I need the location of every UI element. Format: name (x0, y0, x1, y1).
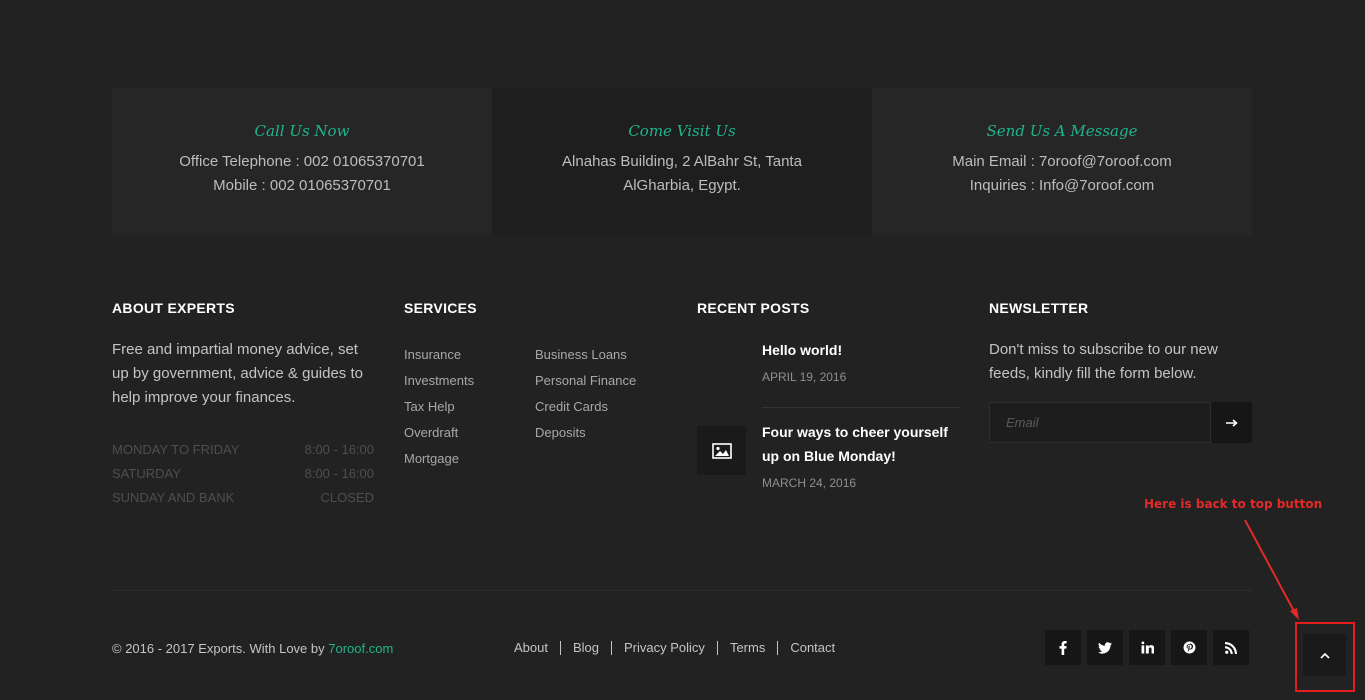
post-item: Hello world! APRIL 19, 2016 (762, 338, 962, 384)
twitter-button[interactable] (1087, 630, 1123, 665)
service-link-insurance[interactable]: Insurance (404, 342, 535, 368)
hours-row: MONDAY TO FRIDAY 8:00 - 16:00 (112, 438, 374, 462)
subscribe-button[interactable] (1211, 402, 1252, 443)
hours-row: SUNDAY AND BANK CLOSED (112, 486, 374, 510)
contact-line: AlGharbia, Egypt. (623, 177, 741, 194)
about-title: ABOUT EXPERTS (112, 300, 235, 316)
newsletter-column: NEWSLETTER Don't miss to subscribe to ou… (989, 300, 1252, 443)
rss-button[interactable] (1213, 630, 1249, 665)
post-date: MARCH 24, 2016 (762, 476, 857, 490)
footer-divider (112, 590, 1252, 591)
services-list: Business Loans Personal Finance Credit C… (535, 342, 636, 472)
service-link-mortgage[interactable]: Mortgage (404, 446, 535, 472)
annotation-label: Here is back to top button (1144, 497, 1323, 511)
about-column: ABOUT EXPERTS Free and impartial money a… (112, 300, 377, 510)
recent-posts-title: RECENT POSTS (697, 300, 810, 316)
contact-line: Mobile : 002 01065370701 (213, 177, 391, 194)
twitter-icon (1098, 641, 1112, 654)
copyright: © 2016 - 2017 Exports. With Love by 7oro… (112, 641, 393, 656)
service-link-tax-help[interactable]: Tax Help (404, 394, 535, 420)
back-to-top-button[interactable] (1303, 634, 1346, 676)
footer-link-blog[interactable]: Blog (559, 641, 611, 655)
service-link-investments[interactable]: Investments (404, 368, 535, 394)
contact-line: Alnahas Building, 2 AlBahr St, Tanta (562, 153, 802, 170)
post-divider (762, 407, 959, 408)
footer-nav: About Blog Privacy Policy Terms Contact (514, 641, 847, 655)
facebook-button[interactable] (1045, 630, 1081, 665)
image-icon (711, 442, 732, 459)
services-list: Insurance Investments Tax Help Overdraft… (404, 342, 535, 472)
post-date: APRIL 19, 2016 (762, 370, 847, 384)
contact-line: Office Telephone : 002 01065370701 (179, 153, 425, 170)
pinterest-icon (1183, 641, 1195, 654)
service-link-overdraft[interactable]: Overdraft (404, 420, 535, 446)
footer-link-contact[interactable]: Contact (777, 641, 847, 655)
contact-strip: Call Us Now Office Telephone : 002 01065… (112, 88, 1252, 235)
footer-link-about[interactable]: About (514, 641, 560, 655)
contact-title: Come Visit Us (628, 122, 736, 140)
linkedin-button[interactable] (1129, 630, 1165, 665)
newsletter-title: NEWSLETTER (989, 300, 1089, 316)
post-title-link[interactable]: Four ways to cheer yourself up on Blue M… (762, 420, 962, 468)
pinterest-button[interactable] (1171, 630, 1207, 665)
services-column: SERVICES Insurance Investments Tax Help … (404, 300, 636, 472)
service-link-credit-cards[interactable]: Credit Cards (535, 394, 636, 420)
contact-message: Send Us A Message Main Email : 7oroof@7o… (872, 88, 1252, 235)
hours-row: SATURDAY 8:00 - 16:00 (112, 462, 374, 486)
service-link-deposits[interactable]: Deposits (535, 420, 636, 446)
newsletter-form (989, 402, 1252, 443)
post-thumbnail[interactable] (697, 426, 746, 475)
footer-link-privacy-policy[interactable]: Privacy Policy (611, 641, 717, 655)
email-input[interactable] (989, 402, 1211, 443)
service-link-personal-finance[interactable]: Personal Finance (535, 368, 636, 394)
rss-icon (1225, 641, 1237, 654)
hours-label: SUNDAY AND BANK (112, 490, 235, 505)
contact-visit: Come Visit Us Alnahas Building, 2 AlBahr… (492, 88, 872, 235)
opening-hours: MONDAY TO FRIDAY 8:00 - 16:00 SATURDAY 8… (112, 438, 374, 510)
contact-title: Call Us Now (254, 122, 350, 140)
copyright-text: © 2016 - 2017 Exports. With Love by (112, 641, 329, 656)
recent-posts-column: RECENT POSTS (697, 300, 810, 316)
arrow-right-icon (1225, 418, 1238, 427)
hours-label: SATURDAY (112, 466, 181, 481)
contact-line: Main Email : 7oroof@7oroof.com (952, 153, 1172, 170)
footer-link-terms[interactable]: Terms (716, 641, 777, 655)
social-links (1045, 630, 1255, 665)
post-title-link[interactable]: Hello world! (762, 338, 962, 362)
about-text: Free and impartial money advice, set up … (112, 341, 363, 406)
brand-link[interactable]: 7oroof.com (328, 641, 393, 656)
hours-value: 8:00 - 16:00 (304, 442, 374, 457)
facebook-icon (1059, 640, 1067, 655)
annotation-arrow (1244, 519, 1299, 620)
contact-call: Call Us Now Office Telephone : 002 01065… (112, 88, 492, 235)
hours-label: MONDAY TO FRIDAY (112, 442, 240, 457)
contact-line: Inquiries : Info@7oroof.com (969, 177, 1155, 194)
hours-value: 8:00 - 16:00 (304, 466, 374, 481)
hours-value: CLOSED (320, 490, 374, 505)
contact-title: Send Us A Message (986, 122, 1138, 140)
chevron-up-icon (1319, 652, 1330, 659)
services-title: SERVICES (404, 300, 477, 316)
post-item: Four ways to cheer yourself up on Blue M… (762, 420, 962, 490)
linkedin-icon (1141, 641, 1154, 654)
services-lists: Insurance Investments Tax Help Overdraft… (404, 342, 636, 472)
service-link-business-loans[interactable]: Business Loans (535, 342, 636, 368)
newsletter-text: Don't miss to subscribe to our new feeds… (989, 341, 1218, 382)
